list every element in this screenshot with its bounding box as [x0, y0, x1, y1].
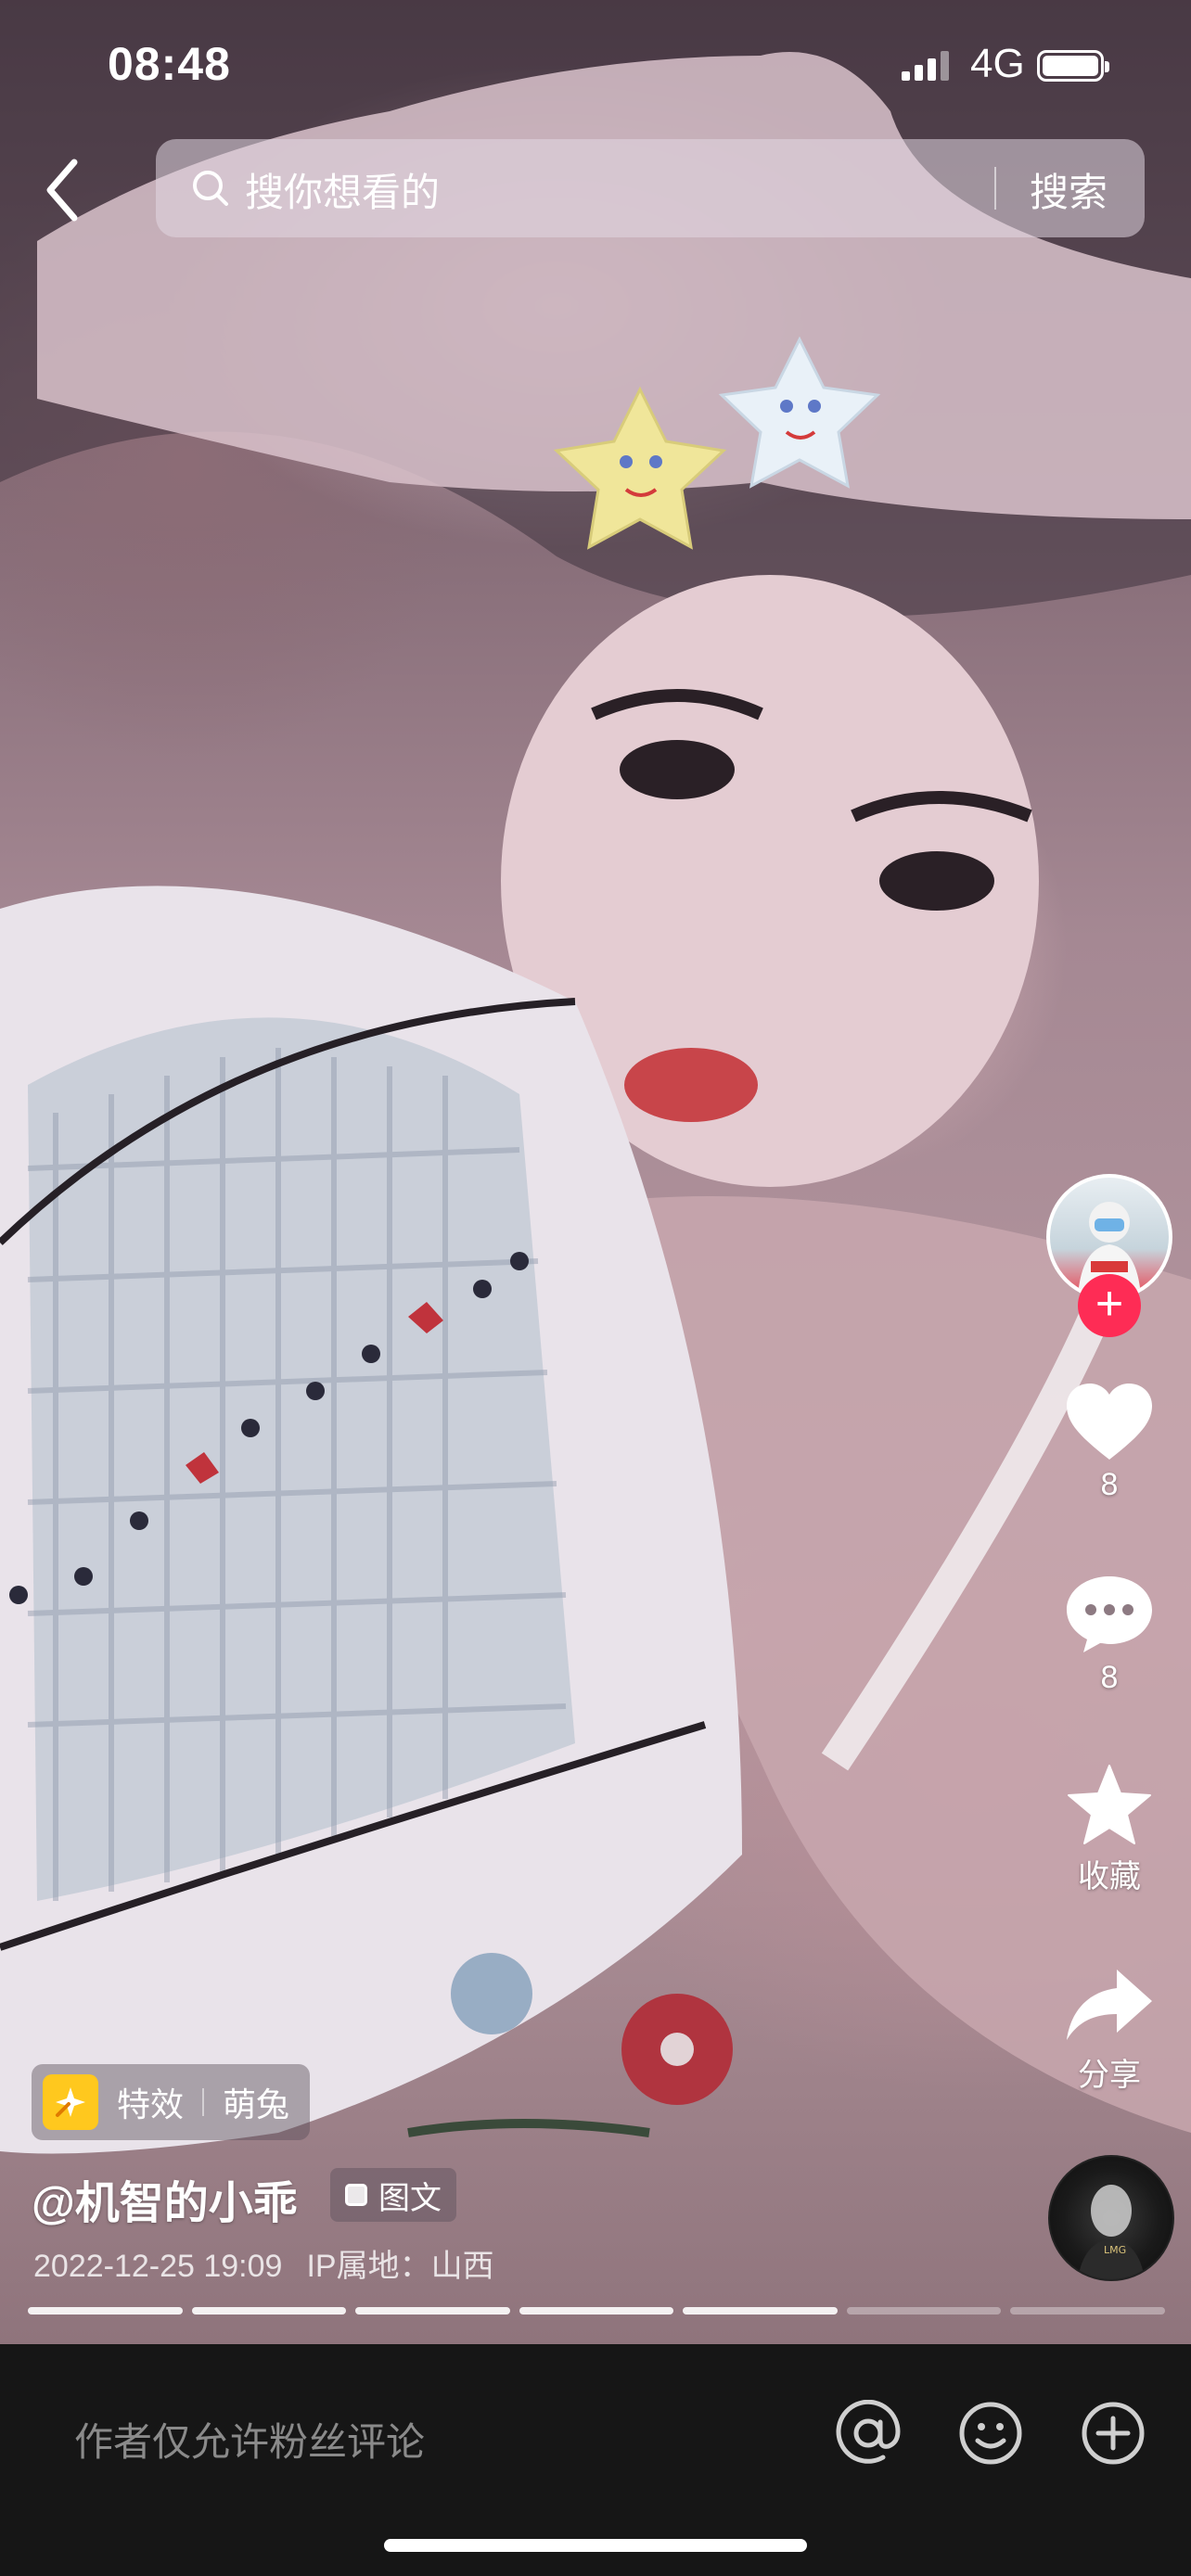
post-type-label: 图文: [378, 2180, 442, 2216]
progress-segment: [191, 2307, 347, 2315]
progress-segment: [28, 2307, 183, 2315]
share-button[interactable]: 分享: [1052, 1966, 1167, 2095]
follow-button[interactable]: +: [1078, 1274, 1141, 1337]
progress-segment: [355, 2307, 510, 2315]
progress-segment: [683, 2307, 838, 2315]
progress-segment: [519, 2307, 674, 2315]
share-label: 分享: [1078, 2058, 1141, 2093]
mention-icon[interactable]: [835, 2400, 902, 2467]
emoji-icon[interactable]: [957, 2400, 1024, 2467]
home-indicator[interactable]: [384, 2539, 807, 2552]
like-button[interactable]: 8: [1052, 1382, 1167, 1503]
star-icon: [1068, 1765, 1151, 1844]
post-photo[interactable]: [0, 0, 1191, 2344]
back-arrow-icon[interactable]: [37, 153, 93, 227]
author-name[interactable]: @机智的小乖: [32, 2166, 298, 2231]
share-arrow-icon: [1067, 1970, 1152, 2040]
effect-divider: [202, 2088, 205, 2116]
post-datetime: 2022-12-25 19:09: [33, 2249, 283, 2284]
heart-icon: [1067, 1384, 1152, 1460]
photo-illustration: [0, 0, 1191, 2154]
battery-icon: [1037, 50, 1109, 82]
comment-button[interactable]: 8: [1052, 1573, 1167, 1696]
sparkle-wand-icon: [43, 2074, 98, 2130]
comment-input[interactable]: 作者仅允许粉丝评论: [74, 2411, 425, 2468]
signal-icon: [902, 51, 949, 81]
network-type: 4G: [970, 41, 1025, 86]
music-disc[interactable]: LMG: [1048, 2155, 1174, 2281]
progress-segment: [846, 2307, 1002, 2315]
comment-icon: [1067, 1576, 1152, 1652]
search-icon: [193, 171, 228, 206]
image-progress: [28, 2307, 1166, 2315]
post-viewer-screen: 08:48 4G 搜你想看的 搜索 + 8 8 收藏 分享 LMG 特效 萌兔 …: [0, 0, 1191, 2576]
effect-tag[interactable]: 特效 萌兔: [32, 2064, 311, 2140]
image-stack-icon: [345, 2184, 367, 2206]
search-input[interactable]: 搜你想看的: [245, 161, 440, 218]
music-cover-icon: LMG: [1078, 2185, 1145, 2279]
svg-text:LMG: LMG: [1104, 2244, 1126, 2256]
post-type-badge: 图文: [330, 2168, 456, 2222]
search-button[interactable]: 搜索: [1030, 161, 1108, 218]
search-divider: [994, 167, 996, 210]
add-icon[interactable]: [1080, 2400, 1146, 2467]
progress-segment: [1010, 2307, 1166, 2315]
ip-location: IP属地：山西: [306, 2249, 494, 2284]
favorite-button[interactable]: 收藏: [1052, 1764, 1167, 1896]
effect-label: 特效: [117, 2085, 185, 2123]
comment-count: 8: [1100, 1660, 1119, 1695]
post-meta: 2022-12-25 19:09 IP属地：山西: [33, 2240, 519, 2286]
status-time: 08:48: [108, 38, 231, 90]
effect-name: 萌兔: [223, 2085, 290, 2123]
favorite-label: 收藏: [1078, 1859, 1141, 1894]
status-bar: 08:48 4G: [0, 0, 1191, 130]
search-bar[interactable]: 搜你想看的 搜索: [156, 139, 1145, 237]
like-count: 8: [1100, 1467, 1119, 1502]
